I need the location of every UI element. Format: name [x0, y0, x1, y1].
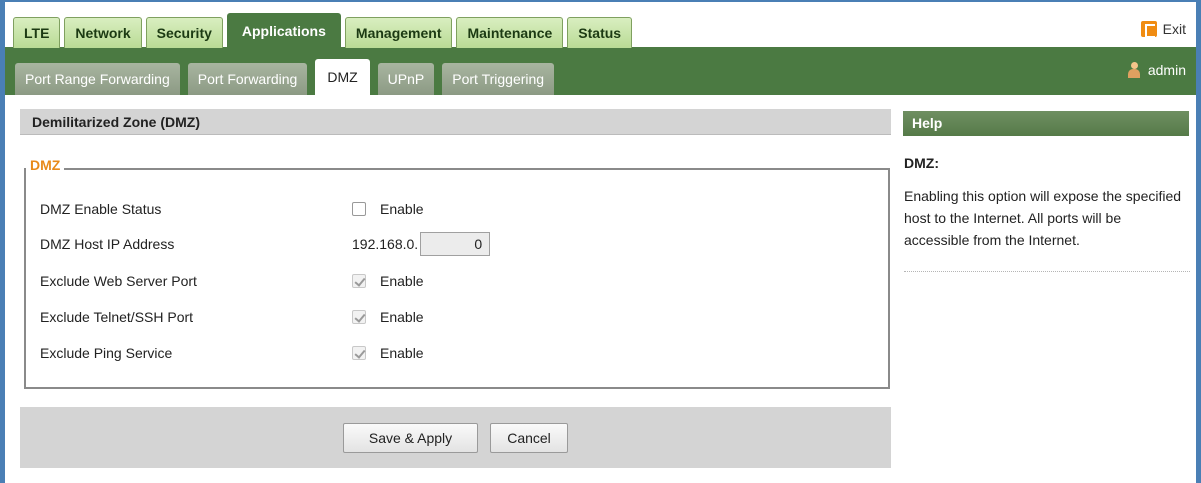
exclude-web-checkbox[interactable] [352, 274, 366, 288]
dmz-host-ip-input[interactable] [420, 232, 491, 256]
fieldset-legend: DMZ [26, 157, 65, 173]
dmz-enable-checkbox-label: Enable [380, 201, 424, 217]
sub-nav-bar: Port Range Forwarding Port Forwarding DM… [5, 50, 1196, 95]
ip-prefix: 192.168.0. [352, 236, 419, 252]
exclude-ping-checkbox[interactable] [352, 346, 366, 360]
tab-management[interactable]: Management [344, 17, 453, 48]
exclude-telnet-label: Exclude Telnet/SSH Port [40, 309, 194, 325]
exclude-telnet-checkbox-label: Enable [380, 309, 424, 325]
help-title: DMZ: [904, 155, 939, 171]
exit-label: Exit [1162, 21, 1186, 37]
user-indicator: admin [1127, 62, 1186, 78]
subtab-port-range-forwarding[interactable]: Port Range Forwarding [15, 63, 180, 95]
save-apply-button[interactable]: Save & Apply [343, 423, 478, 453]
tab-status[interactable]: Status [567, 17, 633, 48]
subtab-dmz[interactable]: DMZ [315, 59, 370, 95]
exclude-web-checkbox-label: Enable [380, 273, 424, 289]
sub-tabs: Port Range Forwarding Port Forwarding DM… [15, 59, 562, 95]
tab-applications[interactable]: Applications [226, 13, 341, 48]
main-tabs: LTE Network Security Applications Manage… [13, 13, 636, 48]
user-icon [1127, 62, 1140, 78]
exclude-ping-checkbox-label: Enable [380, 345, 424, 361]
tab-security[interactable]: Security [145, 17, 223, 48]
dmz-host-ip-label: DMZ Host IP Address [40, 236, 175, 252]
main-nav-bar: LTE Network Security Applications Manage… [5, 2, 1196, 50]
exit-button[interactable]: Exit [1140, 21, 1186, 38]
exclude-ping-label: Exclude Ping Service [40, 345, 173, 361]
dmz-enable-checkbox[interactable] [352, 202, 366, 216]
tab-network[interactable]: Network [64, 17, 142, 48]
user-name: admin [1147, 62, 1186, 78]
cancel-button[interactable]: Cancel [490, 423, 568, 453]
subtab-port-forwarding[interactable]: Port Forwarding [187, 63, 308, 95]
help-divider [904, 271, 1190, 272]
tab-maintenance[interactable]: Maintenance [456, 17, 564, 48]
tab-lte[interactable]: LTE [13, 17, 61, 48]
help-header: Help [903, 111, 1189, 136]
help-text: Enabling this option will expose the spe… [904, 188, 1182, 248]
exit-icon [1140, 21, 1157, 38]
dmz-enable-label: DMZ Enable Status [40, 201, 162, 217]
subtab-upnp[interactable]: UPnP [377, 63, 435, 95]
exclude-web-label: Exclude Web Server Port [40, 273, 197, 289]
exclude-telnet-checkbox[interactable] [352, 310, 366, 324]
section-title: Demilitarized Zone (DMZ) [20, 109, 891, 135]
subtab-port-triggering[interactable]: Port Triggering [442, 63, 555, 95]
action-bar: Save & Apply Cancel [20, 407, 891, 468]
